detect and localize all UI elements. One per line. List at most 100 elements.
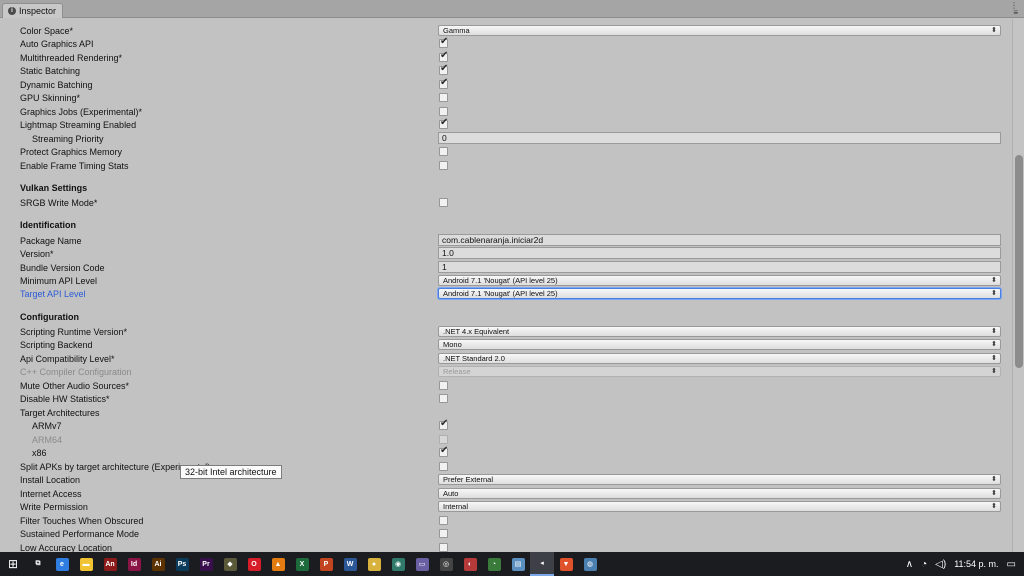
row-cpp-compiler-configuration: C++ Compiler Configuration Release ⬍: [0, 365, 1012, 378]
row-target-architectures: Target Architectures: [0, 406, 1012, 419]
row-srgb-write-mode: SRGB Write Mode*: [0, 196, 1012, 209]
windows-start-icon[interactable]: ⊞: [0, 552, 26, 576]
unity-icon[interactable]: ◎: [434, 552, 458, 576]
version-input[interactable]: 1.0: [438, 247, 1001, 259]
opera-icon[interactable]: O: [242, 552, 266, 576]
write-permission-dropdown[interactable]: Internal ⬍: [438, 501, 1001, 512]
field-label: Filter Touches When Obscured: [20, 516, 144, 526]
multithreaded-rendering-checkbox[interactable]: ✔: [439, 50, 448, 62]
notes-icon[interactable]: ▤: [506, 552, 530, 576]
unity-editor-icon[interactable]: ◂: [530, 552, 554, 576]
field-label: Target API Level: [20, 289, 86, 299]
streaming-priority-input[interactable]: 0: [438, 132, 1001, 144]
file-explorer-icon[interactable]: ▬: [74, 552, 98, 576]
row-split-apks: Split APKs by target architecture (Exper…: [0, 460, 1012, 473]
graphics-jobs-checkbox[interactable]: [439, 107, 448, 116]
gpu-skinning-checkbox[interactable]: [439, 93, 448, 102]
gimp-icon[interactable]: ◆: [218, 552, 242, 576]
illustrator-icon[interactable]: Ai: [146, 552, 170, 576]
app-yellow-icon-glyph: ●: [367, 557, 381, 571]
field-label: Low Accuracy Location: [20, 543, 113, 552]
srgb-write-mode-checkbox[interactable]: [439, 198, 448, 207]
disable-hw-statistics-checkbox[interactable]: [439, 394, 448, 403]
row-low-accuracy-location: Low Accuracy Location: [0, 541, 1012, 552]
dropdown-value: Prefer External: [443, 475, 494, 484]
premiere-icon-glyph: Pr: [199, 557, 213, 571]
vertical-scrollbar[interactable]: [1012, 19, 1024, 552]
inspector-content: Color Space* Gamma ⬍ Auto Graphics API ✔ Mult…: [0, 19, 1012, 552]
x86-checkbox[interactable]: ✔: [439, 445, 449, 457]
lightmap-streaming-checkbox[interactable]: ✔: [439, 117, 449, 129]
photoshop-icon[interactable]: Ps: [170, 552, 194, 576]
tray-chevron-icon[interactable]: ∧: [906, 559, 913, 570]
notifications-icon[interactable]: ▭: [1007, 559, 1016, 570]
app-pill-icon[interactable]: ▭: [410, 552, 434, 576]
field-label: Auto Graphics API: [20, 39, 94, 49]
scripting-runtime-version-dropdown[interactable]: .NET 4.x Equivalent ⬍: [438, 326, 1001, 337]
dropdown-value: Android 7.1 'Nougat' (API level 25): [443, 289, 558, 298]
app-last-icon-glyph: ◍: [583, 557, 597, 571]
task-view-icon-glyph: ⧉: [31, 557, 45, 571]
low-accuracy-location-checkbox[interactable]: [439, 543, 448, 552]
wifi-icon[interactable]: ◔: [921, 559, 927, 570]
powerpoint-icon-glyph: P: [319, 557, 333, 571]
bundle-version-code-input[interactable]: 1: [438, 261, 1001, 273]
indesign-icon[interactable]: Id: [122, 552, 146, 576]
checkmark-icon: ✔: [440, 117, 449, 128]
checkmark-icon: ✔: [440, 445, 449, 456]
package-name-input[interactable]: com.cablenaranja.iniciar2d: [438, 234, 1001, 246]
photoshop-icon-glyph: Ps: [175, 557, 189, 571]
taskbar-icons: ⧉ e ▬ An Id Ai Ps Pr ◆ O ▲ X P W ● ◉ ▭ ◎ ◐ ◔ ▤ ◂ ▼ ◍: [26, 552, 602, 576]
auto-graphics-api-checkbox[interactable]: ✔: [439, 36, 448, 48]
protect-graphics-memory-checkbox[interactable]: [439, 147, 448, 156]
field-label: Target Architectures: [20, 408, 100, 418]
field-label: C++ Compiler Configuration: [20, 367, 132, 377]
task-view-icon[interactable]: ⧉: [26, 552, 50, 576]
row-arm64: ARM64: [0, 433, 1012, 446]
color-space-dropdown[interactable]: Gamma ⬍: [438, 25, 1001, 36]
edge-icon[interactable]: e: [50, 552, 74, 576]
armv7-checkbox[interactable]: ✔: [439, 418, 448, 430]
scripting-backend-dropdown[interactable]: Mono ⬍: [438, 339, 1001, 350]
word-icon[interactable]: W: [338, 552, 362, 576]
app-circle-icon[interactable]: ◔: [482, 552, 506, 576]
minimum-api-level-dropdown[interactable]: Android 7.1 'Nougat' (API level 25) ⬍: [438, 275, 1001, 286]
tab-inspector[interactable]: i Inspector: [2, 3, 64, 18]
dropdown-arrow-icon: ⬍: [991, 341, 997, 348]
vlc-icon[interactable]: ▲: [266, 552, 290, 576]
row-write-permission: Write Permission Internal ⬍: [0, 500, 1012, 513]
field-label: Graphics Jobs (Experimental)*: [20, 107, 143, 117]
brave-icon[interactable]: ▼: [554, 552, 578, 576]
install-location-dropdown[interactable]: Prefer External ⬍: [438, 474, 1001, 485]
static-batching-checkbox[interactable]: ✔: [439, 63, 448, 75]
app-yellow-icon[interactable]: ●: [362, 552, 386, 576]
premiere-icon[interactable]: Pr: [194, 552, 218, 576]
menu-lines-icon[interactable]: ≡: [1013, 9, 1018, 17]
clock[interactable]: 11:54 p. m.: [954, 559, 998, 569]
filter-touches-checkbox[interactable]: [439, 516, 448, 525]
row-target-api-level: Target API Level Android 7.1 'Nougat' (AP…: [0, 287, 1012, 300]
split-apks-checkbox[interactable]: [439, 462, 448, 471]
frame-timing-stats-checkbox[interactable]: [439, 161, 448, 170]
powerpoint-icon[interactable]: P: [314, 552, 338, 576]
dropdown-arrow-icon: ⬍: [991, 290, 997, 297]
api-compatibility-level-dropdown[interactable]: .NET Standard 2.0 ⬍: [438, 353, 1001, 364]
volume-icon[interactable]: ◁): [935, 559, 946, 570]
app-green-icon[interactable]: ◉: [386, 552, 410, 576]
internet-access-dropdown[interactable]: Auto ⬍: [438, 488, 1001, 499]
sustained-performance-checkbox[interactable]: [439, 529, 448, 538]
tab-inspector-label: Inspector: [19, 6, 57, 16]
row-dynamic-batching: Dynamic Batching ✔: [0, 77, 1012, 91]
target-api-level-dropdown[interactable]: Android 7.1 'Nougat' (API level 25) ⬍: [438, 288, 1001, 299]
dropdown-arrow-icon: ⬍: [991, 277, 997, 284]
dropdown-value: Release: [443, 367, 471, 376]
scrollbar-thumb[interactable]: [1015, 155, 1023, 368]
mute-other-audio-checkbox[interactable]: [439, 381, 448, 390]
field-label: Protect Graphics Memory: [20, 147, 123, 157]
excel-icon[interactable]: X: [290, 552, 314, 576]
dynamic-batching-checkbox[interactable]: ✔: [439, 77, 448, 89]
animate-icon[interactable]: An: [98, 552, 122, 576]
field-label: Api Compatibility Level*: [20, 354, 115, 364]
app-last-icon[interactable]: ◍: [578, 552, 602, 576]
app-red-icon[interactable]: ◐: [458, 552, 482, 576]
